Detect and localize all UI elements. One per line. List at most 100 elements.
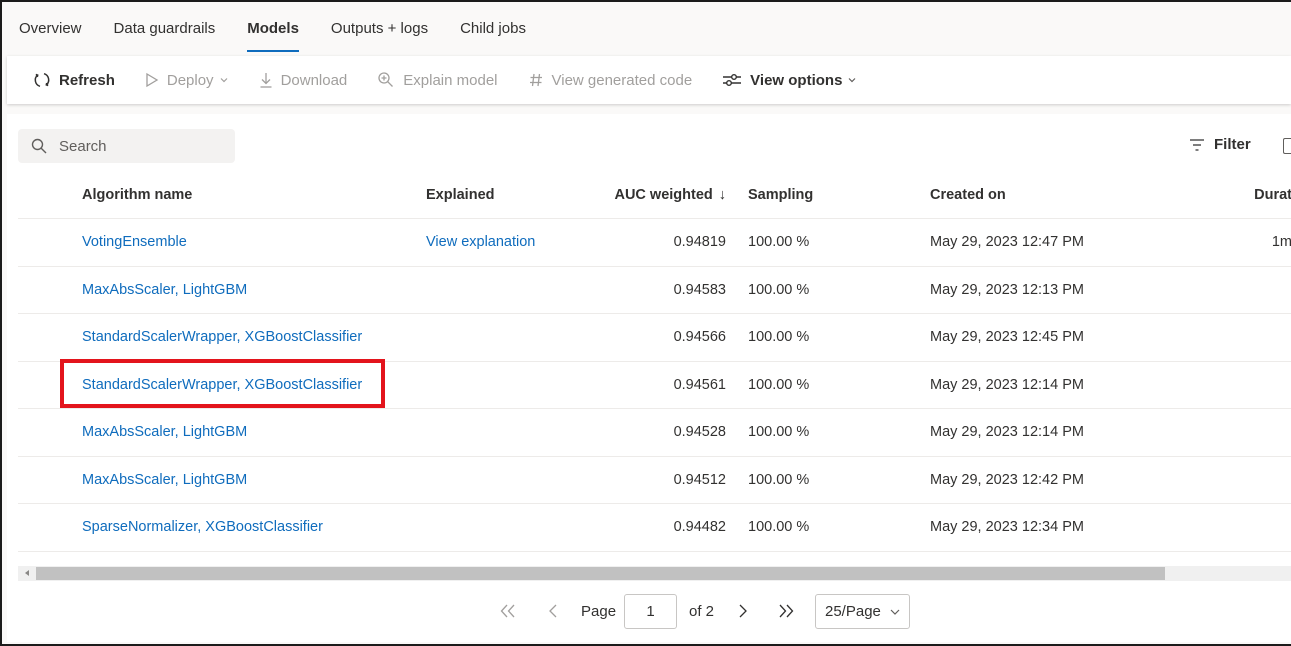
- download-icon: [260, 73, 272, 88]
- columns-icon[interactable]: [1283, 138, 1291, 154]
- page-number-input[interactable]: [624, 594, 677, 629]
- auc-value: 0.94512: [673, 471, 726, 488]
- auc-value: 0.94561: [673, 376, 726, 393]
- options-slider-icon: [723, 74, 742, 86]
- created-on-value: May 29, 2023 12:42 PM: [930, 471, 1084, 488]
- auc-value: 0.94482: [673, 519, 726, 536]
- algorithm-link[interactable]: StandardScalerWrapper, XGBoostClassifier: [82, 314, 362, 361]
- algorithm-link[interactable]: StandardScalerWrapper, XGBoostClassifier: [82, 362, 362, 409]
- column-header-explained[interactable]: Explained: [426, 171, 495, 218]
- page-label: Page: [581, 603, 617, 620]
- zoom-in-icon: [378, 72, 394, 87]
- auc-value: 0.94819: [673, 234, 726, 251]
- scrollbar-thumb[interactable]: [36, 567, 1165, 580]
- filter-button[interactable]: Filter: [1189, 136, 1251, 153]
- chevron-down-icon: [848, 78, 856, 83]
- scroll-left-icon[interactable]: [25, 570, 29, 576]
- last-page-icon[interactable]: [777, 602, 795, 620]
- next-page-icon[interactable]: [737, 602, 749, 620]
- search-icon: [31, 138, 47, 154]
- explain-model-button[interactable]: Explain model: [377, 71, 498, 89]
- first-page-icon[interactable]: [499, 602, 517, 620]
- tab-models[interactable]: Models: [247, 2, 299, 54]
- sampling-value: 100.00 %: [748, 471, 810, 488]
- duration-value: 1m: [1271, 234, 1291, 251]
- view-generated-code-button[interactable]: View generated code: [528, 72, 692, 89]
- table-row[interactable]: StandardScalerWrapper, XGBoostClassifier…: [18, 362, 1291, 409]
- tab-overview[interactable]: Overview: [19, 2, 82, 54]
- hash-icon: [529, 73, 542, 87]
- deploy-button[interactable]: Deploy: [145, 72, 229, 89]
- created-on-value: May 29, 2023 12:14 PM: [930, 424, 1084, 441]
- column-header-duration[interactable]: Durat: [1240, 171, 1291, 218]
- filter-icon: [1190, 138, 1204, 151]
- view-explanation-link[interactable]: View explanation: [426, 219, 535, 266]
- sampling-value: 100.00 %: [748, 519, 810, 536]
- pagination: Page of 2 25/Page: [7, 594, 1291, 630]
- refresh-button[interactable]: Refresh: [33, 71, 115, 89]
- column-header-algorithm[interactable]: Algorithm name: [82, 171, 192, 218]
- explain-model-label: Explain model: [403, 71, 498, 89]
- column-header-created-on[interactable]: Created on: [930, 171, 1006, 218]
- auc-value: 0.94583: [673, 281, 726, 298]
- column-header-auc-weighted[interactable]: AUC weighted ↓: [578, 171, 726, 218]
- sampling-value: 100.00 %: [748, 281, 810, 298]
- duration-value: [1240, 409, 1291, 456]
- refresh-label: Refresh: [59, 71, 115, 89]
- table-row[interactable]: MaxAbsScaler, LightGBM 0.94512 100.00 % …: [18, 457, 1291, 504]
- chevron-down-icon: [890, 609, 900, 615]
- table-header-row: Algorithm name Explained AUC weighted ↓ …: [18, 171, 1291, 219]
- table-row[interactable]: MaxAbsScaler, LightGBM 0.94528 100.00 % …: [18, 409, 1291, 457]
- sort-descending-icon: ↓: [718, 186, 726, 203]
- view-options-button[interactable]: View options: [722, 72, 857, 89]
- refresh-icon: [34, 72, 50, 88]
- previous-page-icon[interactable]: [547, 602, 559, 620]
- created-on-value: May 29, 2023 12:45 PM: [930, 329, 1084, 346]
- duration-value: [1240, 457, 1291, 504]
- algorithm-link[interactable]: VotingEnsemble: [82, 219, 187, 266]
- sampling-value: 100.00 %: [748, 424, 810, 441]
- table-row[interactable]: VotingEnsemble View explanation 0.94819 …: [18, 219, 1291, 267]
- play-icon: [146, 72, 159, 88]
- created-on-value: May 29, 2023 12:47 PM: [930, 234, 1084, 251]
- duration-value: [1240, 362, 1291, 409]
- created-on-value: May 29, 2023 12:14 PM: [930, 376, 1084, 393]
- table-row[interactable]: MaxAbsScaler, LightGBM 0.94583 100.00 % …: [18, 267, 1291, 314]
- tab-bar: Overview Data guardrails Models Outputs …: [2, 2, 1291, 54]
- tab-outputs-logs[interactable]: Outputs + logs: [331, 2, 428, 54]
- duration-value: [1240, 267, 1291, 314]
- auc-value: 0.94528: [673, 424, 726, 441]
- chevron-down-icon: [220, 78, 227, 83]
- search-input[interactable]: [57, 136, 217, 156]
- sampling-value: 100.00 %: [748, 234, 810, 251]
- search-box[interactable]: [18, 129, 235, 163]
- algorithm-link[interactable]: MaxAbsScaler, LightGBM: [82, 267, 247, 314]
- sampling-value: 100.00 %: [748, 329, 810, 346]
- filter-label: Filter: [1214, 136, 1251, 153]
- table-row[interactable]: SparseNormalizer, XGBoostClassifier 0.94…: [18, 504, 1291, 552]
- horizontal-scrollbar[interactable]: [18, 566, 1291, 581]
- column-header-sampling[interactable]: Sampling: [748, 171, 813, 218]
- algorithm-link[interactable]: SparseNormalizer, XGBoostClassifier: [82, 504, 323, 551]
- items-per-page-dropdown[interactable]: 25/Page: [815, 594, 910, 629]
- deploy-label: Deploy: [166, 71, 214, 89]
- algorithm-link[interactable]: MaxAbsScaler, LightGBM: [82, 457, 247, 504]
- table-row[interactable]: StandardScalerWrapper, XGBoostClassifier…: [18, 314, 1291, 362]
- created-on-value: May 29, 2023 12:34 PM: [930, 519, 1084, 536]
- created-on-value: May 29, 2023 12:13 PM: [930, 281, 1084, 298]
- models-table: Algorithm name Explained AUC weighted ↓ …: [18, 171, 1291, 552]
- algorithm-link[interactable]: MaxAbsScaler, LightGBM: [82, 409, 247, 456]
- page-count-label: of 2: [689, 603, 715, 620]
- tab-child-jobs[interactable]: Child jobs: [460, 2, 526, 54]
- sampling-value: 100.00 %: [748, 376, 810, 393]
- auc-header-label: AUC weighted: [614, 186, 713, 203]
- download-label: Download: [280, 71, 348, 89]
- tab-data-guardrails[interactable]: Data guardrails: [114, 2, 216, 54]
- duration-value: [1240, 314, 1291, 361]
- command-bar: Refresh Deploy Download Explain model Vi…: [7, 56, 1291, 104]
- auc-value: 0.94566: [673, 329, 726, 346]
- view-options-label: View options: [750, 71, 843, 89]
- duration-value: [1240, 504, 1291, 551]
- download-button[interactable]: Download: [259, 71, 348, 89]
- items-per-page-value: 25/Page: [825, 603, 881, 620]
